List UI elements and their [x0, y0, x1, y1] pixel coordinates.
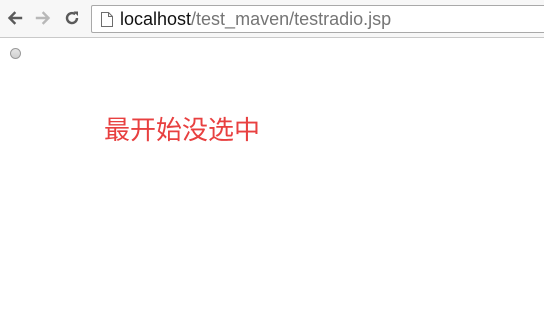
notice-text: 最开始没选中: [104, 116, 261, 146]
page-icon: [100, 11, 114, 28]
reload-icon: [65, 11, 79, 25]
forward-button[interactable]: [32, 7, 54, 29]
back-button[interactable]: [4, 7, 26, 29]
reload-button[interactable]: [61, 7, 83, 29]
radio-button[interactable]: [10, 48, 21, 59]
page-content: 最开始没选中: [0, 38, 544, 335]
url-path: /test_maven/testradio.jsp: [191, 9, 392, 29]
url-text: localhost/test_maven/testradio.jsp: [120, 9, 391, 29]
address-bar[interactable]: localhost/test_maven/testradio.jsp: [91, 5, 544, 33]
forward-arrow-icon: [35, 11, 51, 25]
url-host: localhost: [120, 9, 192, 29]
back-arrow-icon: [7, 11, 23, 25]
browser-toolbar: localhost/test_maven/testradio.jsp: [0, 0, 544, 38]
